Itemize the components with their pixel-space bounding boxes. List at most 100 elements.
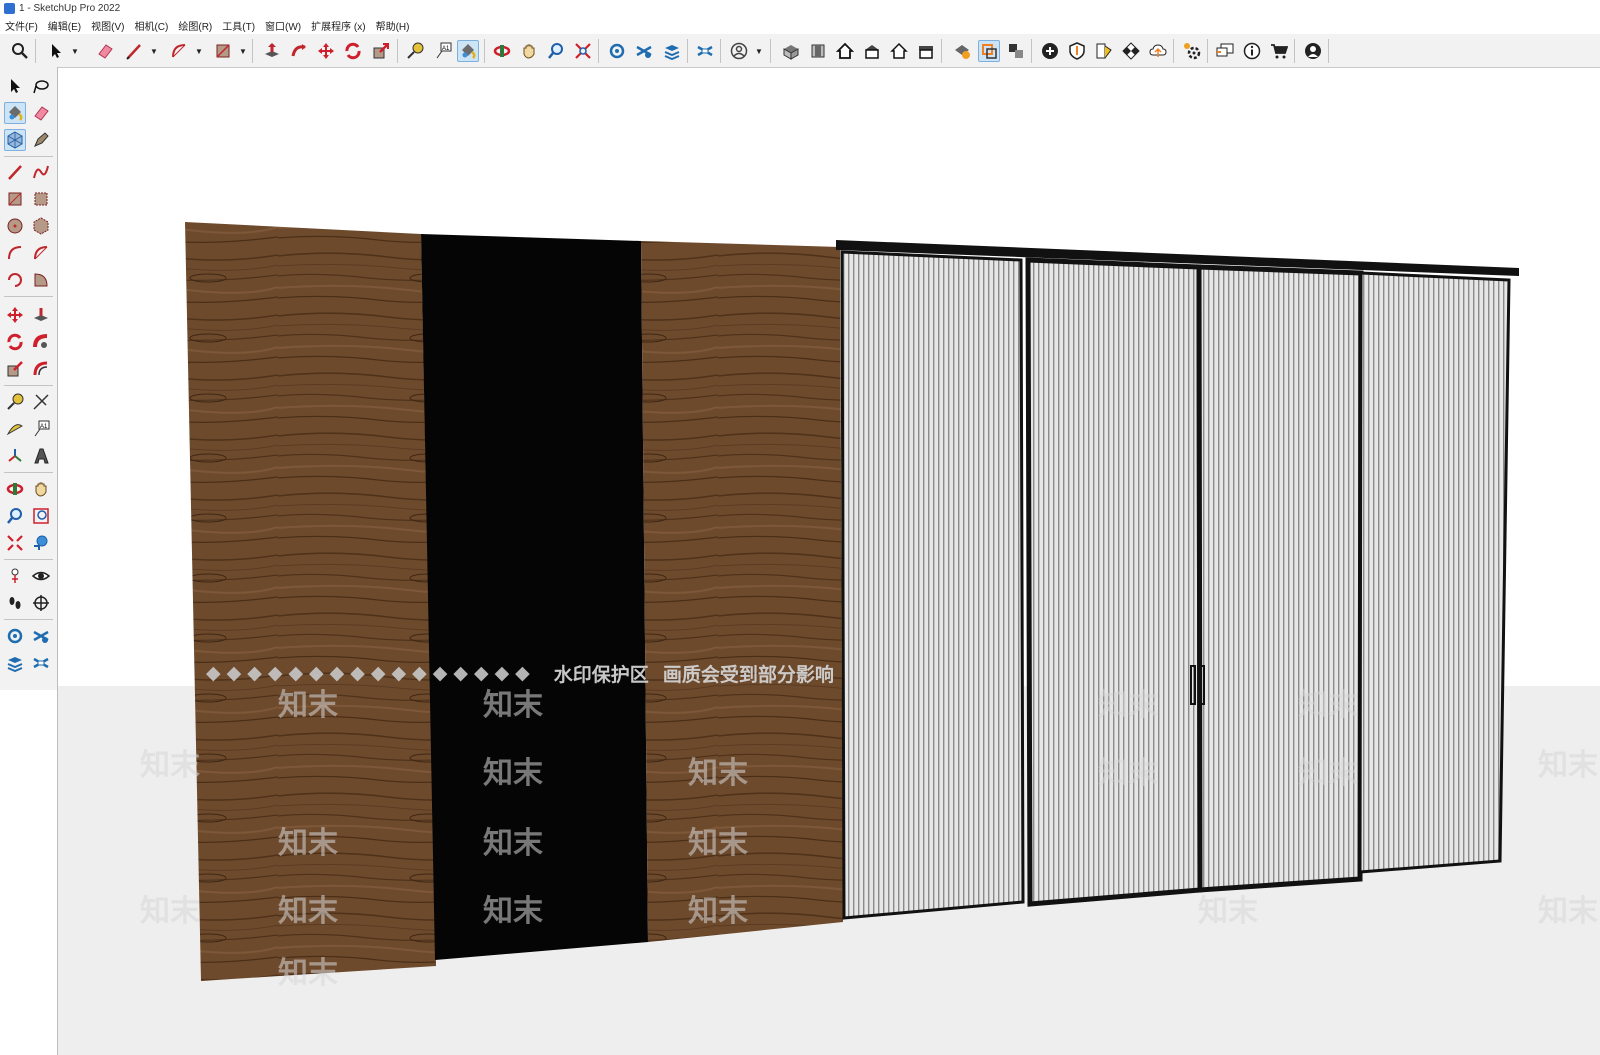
cloud-upload-icon[interactable] [1147,40,1169,62]
checker-icon[interactable] [1120,40,1142,62]
scale-icon[interactable] [370,40,392,62]
push-pull-icon[interactable] [261,40,283,62]
add-location-icon[interactable] [1039,40,1061,62]
rectangle-icon[interactable] [4,188,26,210]
wood-panel-left[interactable] [185,222,436,981]
pencil-icon[interactable] [4,161,26,183]
back-view-icon[interactable] [888,40,910,62]
previous-view-icon[interactable] [30,532,52,554]
orbit-icon[interactable] [491,40,513,62]
freehand-icon[interactable] [30,161,52,183]
glass-door-4[interactable] [1358,271,1511,874]
orbit-icon[interactable] [4,478,26,500]
menu-help[interactable]: 帮助(H) [371,18,415,33]
offset-icon[interactable] [30,358,52,380]
zoom-extents-icon[interactable] [572,40,594,62]
section-display-icon[interactable] [978,40,1000,62]
chevron-down-icon[interactable]: ▼ [195,40,203,62]
menu-camera[interactable]: 相机(C) [129,18,173,33]
text-label-icon[interactable]: A1 [30,418,52,440]
info-icon[interactable] [1241,40,1263,62]
menu-file[interactable]: 文件(F) [0,18,43,33]
extension-manager-icon[interactable] [694,40,716,62]
dimension-icon[interactable] [30,391,52,413]
warehouse-icon[interactable] [606,40,628,62]
section-cut-icon[interactable] [1005,40,1027,62]
modeling-viewport[interactable]: ◆◆◆◆◆◆◆◆◆◆◆◆◆◆◆◆ 水印保护区 画质会受到部分影响 知末 知末 知… [58,68,1600,1055]
rectangle-icon[interactable] [212,40,234,62]
front-view-icon[interactable] [834,40,856,62]
pie-icon[interactable] [30,269,52,291]
follow-me-icon[interactable] [288,40,310,62]
follow-me-icon[interactable] [30,331,52,353]
lasso-icon[interactable] [30,75,52,97]
shopping-cart-icon[interactable] [1268,40,1290,62]
3d-text-icon[interactable] [30,445,52,467]
profile-icon[interactable] [1302,40,1324,62]
shield-icon[interactable] [1066,40,1088,62]
rotate-icon[interactable] [342,40,364,62]
pan-hand-icon[interactable] [30,478,52,500]
pencil-icon[interactable] [123,40,145,62]
menu-tools[interactable]: 工具(T) [217,18,260,33]
chat-bubble-icon[interactable] [1214,40,1236,62]
axes-icon[interactable] [4,445,26,467]
pan-hand-icon[interactable] [518,40,540,62]
paint-bucket-icon[interactable] [4,102,26,124]
zoom-window-icon[interactable] [30,505,52,527]
layers-stack-icon[interactable] [661,40,683,62]
section-plane-icon[interactable] [951,40,973,62]
glass-door-2[interactable] [1025,257,1203,907]
circle-icon[interactable] [4,215,26,237]
move-icon[interactable] [4,304,26,326]
footprints-icon[interactable] [4,592,26,614]
component-icon[interactable] [4,129,26,151]
eraser-icon[interactable] [94,40,116,62]
position-camera-icon[interactable] [4,565,26,587]
gear-icon[interactable] [1181,40,1203,62]
eraser-icon[interactable] [30,102,52,124]
arc-icon[interactable] [4,242,26,264]
polygon-icon[interactable] [30,215,52,237]
chevron-down-icon[interactable]: ▼ [71,40,79,62]
menu-view[interactable]: 视图(V) [86,18,129,33]
left-view-icon[interactable] [915,40,937,62]
chevron-down-icon[interactable]: ▼ [755,40,763,62]
extension-warehouse-icon[interactable] [633,40,655,62]
three-point-arc-icon[interactable] [4,269,26,291]
protractor-icon[interactable] [4,418,26,440]
iso-view-icon[interactable] [780,40,802,62]
zoom-extents-icon[interactable] [4,532,26,554]
text-label-icon[interactable]: A1 [432,40,454,62]
select-arrow-icon[interactable] [45,40,67,62]
select-arrow-icon[interactable] [4,75,26,97]
rotated-rectangle-icon[interactable] [30,188,52,210]
glass-door-3[interactable] [1196,264,1364,893]
extension-manager-icon[interactable] [30,652,52,674]
scale-icon[interactable] [4,358,26,380]
rotate-icon[interactable] [4,331,26,353]
push-pull-icon[interactable] [30,304,52,326]
extension-warehouse-icon[interactable] [30,625,52,647]
search-icon[interactable] [9,40,31,62]
right-view-icon[interactable] [861,40,883,62]
menu-draw[interactable]: 绘图(R) [173,18,217,33]
zoom-icon[interactable] [4,505,26,527]
menu-edit[interactable]: 编辑(E) [43,18,86,33]
chevron-down-icon[interactable]: ▼ [150,40,158,62]
tape-measure-icon[interactable] [404,40,426,62]
menu-extensions[interactable]: 扩展程序 (x) [306,18,370,33]
warehouse-icon[interactable] [4,625,26,647]
zoom-icon[interactable] [545,40,567,62]
arc-icon[interactable] [168,40,190,62]
tape-measure-icon[interactable] [4,391,26,413]
section-plane-icon[interactable] [30,592,52,614]
styles-icon[interactable] [1093,40,1115,62]
glass-door-1[interactable] [840,250,1025,920]
chevron-down-icon[interactable]: ▼ [239,40,247,62]
tag-pencil-icon[interactable] [30,129,52,151]
layers-stack-icon[interactable] [4,652,26,674]
user-account-icon[interactable] [728,40,750,62]
menu-window[interactable]: 窗口(W) [260,18,306,33]
top-view-icon[interactable] [807,40,829,62]
